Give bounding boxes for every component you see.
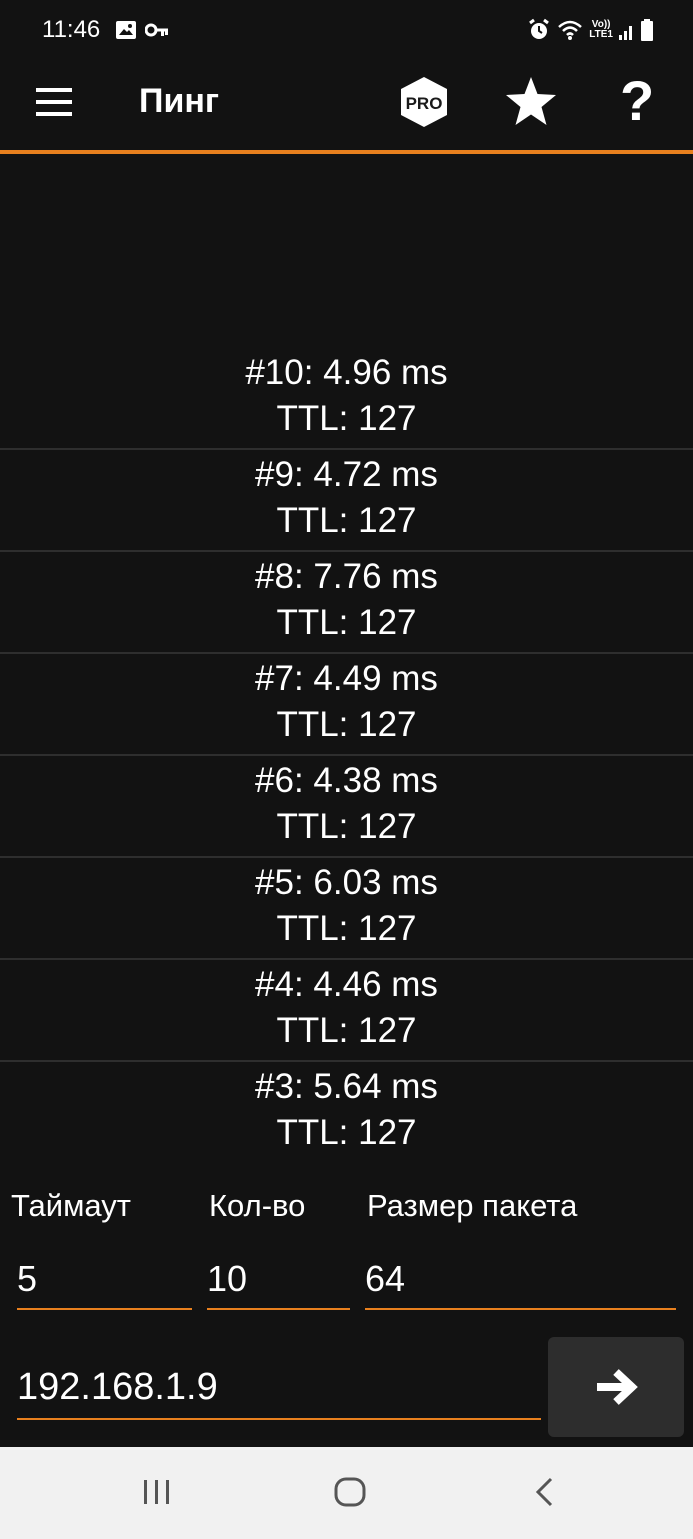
page-title: Пинг — [139, 82, 220, 120]
list-item: #8: 7.76 ms TTL: 127 — [0, 552, 693, 654]
menu-icon[interactable] — [36, 88, 72, 116]
ping-time: #6: 4.38 ms — [255, 761, 438, 800]
packet-size-field-wrapper — [365, 1252, 676, 1310]
ping-ttl: TTL: 127 — [276, 399, 417, 438]
list-item: #3: 5.64 ms TTL: 127 — [0, 1062, 693, 1164]
ping-ttl: TTL: 127 — [276, 909, 417, 948]
count-input[interactable] — [207, 1252, 350, 1306]
pro-badge-icon[interactable]: PRO — [399, 76, 449, 128]
back-icon[interactable] — [533, 1477, 555, 1507]
ping-time: #8: 7.76 ms — [255, 557, 438, 596]
start-ping-button[interactable] — [548, 1337, 684, 1437]
ping-ttl: TTL: 127 — [276, 1113, 417, 1152]
timeout-input[interactable] — [17, 1252, 192, 1306]
help-icon[interactable]: ? — [620, 70, 654, 132]
ping-ttl: TTL: 127 — [276, 603, 417, 642]
status-bar: 11:46 Vo)) LTE1 — [0, 0, 693, 60]
count-label: Кол-во — [209, 1188, 306, 1223]
host-field-wrapper — [17, 1358, 541, 1420]
count-field-wrapper — [207, 1252, 350, 1310]
list-item: #5: 6.03 ms TTL: 127 — [0, 858, 693, 960]
list-item: #4: 4.46 ms TTL: 127 — [0, 960, 693, 1062]
star-icon[interactable] — [505, 76, 557, 126]
list-item: #10: 4.96 ms TTL: 127 — [0, 348, 693, 450]
packet-size-label: Размер пакета — [367, 1188, 578, 1223]
ping-ttl: TTL: 127 — [276, 705, 417, 744]
arrow-right-icon — [597, 1369, 638, 1405]
home-icon[interactable] — [333, 1476, 367, 1508]
list-item: #7: 4.49 ms TTL: 127 — [0, 654, 693, 756]
ping-time: #3: 5.64 ms — [255, 1067, 438, 1106]
ping-time: #4: 4.46 ms — [255, 965, 438, 1004]
host-input[interactable] — [17, 1358, 541, 1416]
ping-ttl: TTL: 127 — [276, 501, 417, 540]
app-bar — [0, 60, 693, 150]
timeout-field-wrapper — [17, 1252, 192, 1310]
timeout-label: Таймаут — [11, 1188, 132, 1223]
recent-apps-icon[interactable] — [142, 1477, 172, 1507]
ping-time: #10: 4.96 ms — [245, 353, 448, 392]
ping-ttl: TTL: 127 — [276, 807, 417, 846]
pro-badge-text: PRO — [406, 94, 443, 113]
vpn-key-icon — [145, 23, 168, 37]
gallery-icon — [116, 21, 136, 39]
volte-indicator: Vo)) LTE1 — [589, 19, 613, 40]
list-item: #9: 4.72 ms TTL: 127 — [0, 450, 693, 552]
packet-size-input[interactable] — [365, 1252, 676, 1306]
ping-ttl: TTL: 127 — [276, 1011, 417, 1050]
signal-icon — [619, 26, 632, 40]
ping-results-list[interactable]: #10: 4.96 ms TTL: 127 #9: 4.72 ms TTL: 1… — [0, 154, 693, 1164]
list-item: #6: 4.38 ms TTL: 127 — [0, 756, 693, 858]
ping-time: #7: 4.49 ms — [255, 659, 438, 698]
ping-time: #9: 4.72 ms — [255, 455, 438, 494]
battery-icon — [641, 19, 653, 41]
status-time: 11:46 — [42, 16, 101, 43]
wifi-icon — [558, 20, 583, 40]
alarm-icon — [529, 18, 550, 39]
ping-time: #5: 6.03 ms — [255, 863, 438, 902]
